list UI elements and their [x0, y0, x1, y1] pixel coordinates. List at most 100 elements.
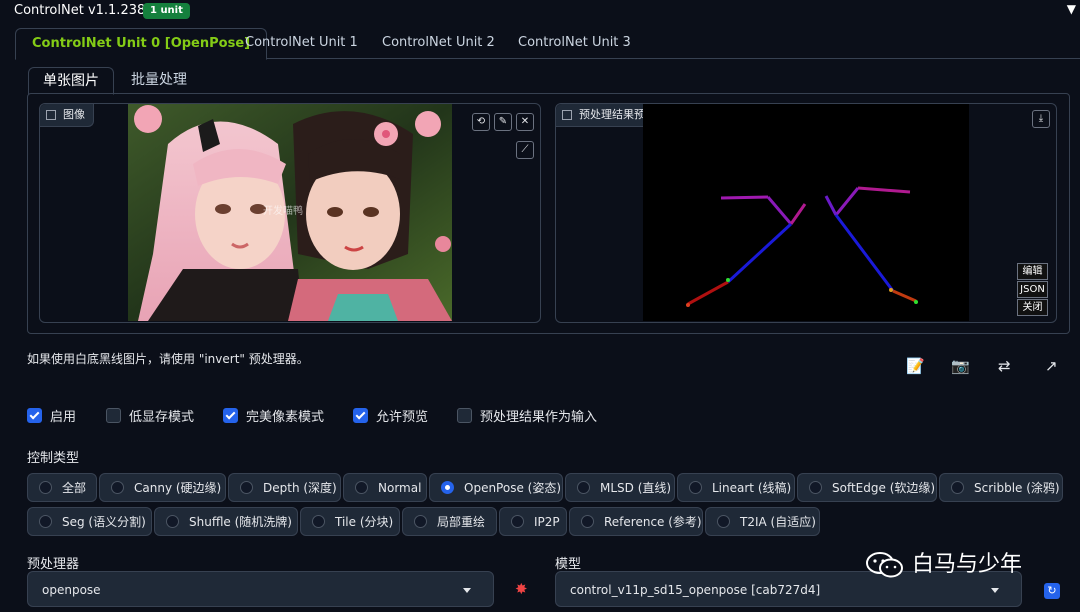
- camera-icon[interactable]: 📷: [951, 357, 970, 375]
- tab-batch[interactable]: 批量处理: [117, 67, 201, 93]
- radio-label: OpenPose (姿态): [464, 481, 562, 495]
- unit-count-badge: 1 unit: [143, 3, 190, 19]
- edit-button[interactable]: 编辑: [1017, 263, 1048, 280]
- radio-label: Seg (语义分割): [62, 515, 146, 529]
- chevron-down-icon: [463, 588, 471, 593]
- control-type-option[interactable]: Tile (分块): [300, 507, 400, 536]
- radio-label: Depth (深度): [263, 481, 337, 495]
- control-type-option[interactable]: 全部: [27, 473, 97, 502]
- control-type-option[interactable]: MLSD (直线): [565, 473, 675, 502]
- control-type-option[interactable]: Depth (深度): [228, 473, 341, 502]
- model-label: 模型: [555, 557, 582, 572]
- radio-dot[interactable]: [39, 515, 52, 528]
- checkbox-label: 低显存模式: [129, 410, 195, 425]
- radio-label: Scribble (涂鸦): [974, 481, 1060, 495]
- control-type-option[interactable]: Normal: [343, 473, 427, 502]
- tab-unit-3[interactable]: ControlNet Unit 3: [502, 28, 647, 57]
- tab-single-image[interactable]: 单张图片: [28, 67, 114, 95]
- radio-dot[interactable]: [689, 481, 702, 494]
- radio-label: IP2P: [534, 515, 560, 529]
- close-preview-button[interactable]: 关闭: [1017, 299, 1048, 316]
- preprocess-as-input-checkbox[interactable]: 预处理结果作为输入: [457, 408, 597, 425]
- preview-box: 预处理结果预览 ⤓ 编辑 JSON 关闭: [555, 103, 1057, 323]
- tab-unit-1[interactable]: ControlNet Unit 1: [229, 28, 374, 57]
- pose-preview-image: [643, 104, 969, 321]
- control-type-option-selected[interactable]: OpenPose (姿态): [429, 473, 563, 502]
- radio-dot[interactable]: [441, 481, 454, 494]
- radio-label: SoftEdge (软边缘): [832, 481, 936, 495]
- collapse-icon[interactable]: ▼: [1067, 2, 1076, 16]
- radio-dot[interactable]: [809, 481, 822, 494]
- radio-label: Tile (分块): [335, 515, 394, 529]
- eraser-icon[interactable]: ✎: [494, 113, 512, 131]
- radio-label: Lineart (线稿): [712, 481, 792, 495]
- checkbox-box[interactable]: [353, 408, 368, 423]
- input-image-box[interactable]: 图像 开发喵鸭 ⟲ ✎ ✕ ⟋: [39, 103, 541, 323]
- download-icon[interactable]: ⤓: [1032, 110, 1050, 128]
- enable-checkbox[interactable]: 启用: [27, 408, 77, 425]
- control-type-option[interactable]: Scribble (涂鸦): [939, 473, 1063, 502]
- chevron-down-icon: [991, 588, 999, 593]
- radio-dot[interactable]: [39, 481, 52, 494]
- image-icon: [46, 110, 56, 120]
- checkbox-label: 启用: [50, 410, 77, 425]
- preprocessor-label: 预处理器: [27, 557, 80, 572]
- new-canvas-icon[interactable]: 📝: [906, 357, 925, 375]
- image-icon: [562, 110, 572, 120]
- send-dimensions-icon[interactable]: ↗: [1045, 357, 1058, 375]
- low-vram-checkbox[interactable]: 低显存模式: [106, 408, 195, 425]
- swap-icon[interactable]: ⇄: [998, 357, 1011, 375]
- wechat-icon: [866, 551, 904, 579]
- input-image-label: 图像: [40, 104, 94, 127]
- radio-dot[interactable]: [951, 481, 964, 494]
- checkbox-box[interactable]: [27, 408, 42, 423]
- radio-dot[interactable]: [581, 515, 594, 528]
- panel-title: ControlNet v1.1.238: [14, 3, 146, 18]
- tab-unit-2[interactable]: ControlNet Unit 2: [366, 28, 511, 57]
- radio-dot[interactable]: [511, 515, 524, 528]
- reset-icon[interactable]: ⟲: [472, 113, 490, 131]
- run-preprocessor-icon[interactable]: ✸: [515, 580, 528, 598]
- control-type-option[interactable]: Seg (语义分割): [27, 507, 152, 536]
- json-button[interactable]: JSON: [1017, 281, 1048, 298]
- control-type-label: 控制类型: [27, 451, 80, 466]
- checkbox-label: 允许预览: [376, 410, 429, 425]
- preprocessor-select[interactable]: openpose: [27, 571, 494, 607]
- control-type-option[interactable]: T2IA (自适应): [705, 507, 820, 536]
- radio-dot[interactable]: [240, 481, 253, 494]
- input-image: 开发喵鸭: [128, 104, 452, 321]
- radio-dot[interactable]: [312, 515, 325, 528]
- allow-preview-checkbox[interactable]: 允许预览: [353, 408, 429, 425]
- brush-icon[interactable]: ⟋: [516, 141, 534, 159]
- control-type-option[interactable]: Shuffle (随机洗牌): [154, 507, 298, 536]
- control-type-option[interactable]: IP2P: [499, 507, 567, 536]
- radio-dot[interactable]: [166, 515, 179, 528]
- close-icon[interactable]: ✕: [516, 113, 534, 131]
- checkbox-box[interactable]: [457, 408, 472, 423]
- refresh-icon[interactable]: ↻: [1044, 583, 1060, 599]
- pixel-perfect-checkbox[interactable]: 完美像素模式: [223, 408, 325, 425]
- checkbox-box[interactable]: [223, 408, 238, 423]
- radio-dot[interactable]: [577, 481, 590, 494]
- radio-dot[interactable]: [355, 481, 368, 494]
- radio-dot[interactable]: [414, 515, 427, 528]
- checkbox-box[interactable]: [106, 408, 121, 423]
- wechat-watermark: 白马与少年: [866, 546, 1022, 579]
- control-type-option[interactable]: 局部重绘: [402, 507, 497, 536]
- control-type-option[interactable]: SoftEdge (软边缘): [797, 473, 937, 502]
- control-type-option[interactable]: Reference (参考): [569, 507, 703, 536]
- control-type-option[interactable]: Canny (硬边缘): [99, 473, 226, 502]
- input-image-label-text: 图像: [63, 108, 85, 121]
- radio-label: MLSD (直线): [600, 481, 672, 495]
- unit-tabs: ControlNet Unit 0 [OpenPose] ControlNet …: [15, 28, 1080, 60]
- control-type-option[interactable]: Lineart (线稿): [677, 473, 795, 502]
- radio-dot[interactable]: [111, 481, 124, 494]
- checkbox-label: 完美像素模式: [246, 410, 325, 425]
- watermark-text: 白马与少年: [912, 552, 1023, 577]
- radio-label: 局部重绘: [437, 515, 486, 529]
- radio-label: Canny (硬边缘): [134, 481, 222, 495]
- radio-label: Normal: [378, 481, 422, 495]
- radio-label: T2IA (自适应): [740, 515, 816, 529]
- radio-dot[interactable]: [717, 515, 730, 528]
- model-value: control_v11p_sd15_openpose [cab727d4]: [570, 583, 821, 597]
